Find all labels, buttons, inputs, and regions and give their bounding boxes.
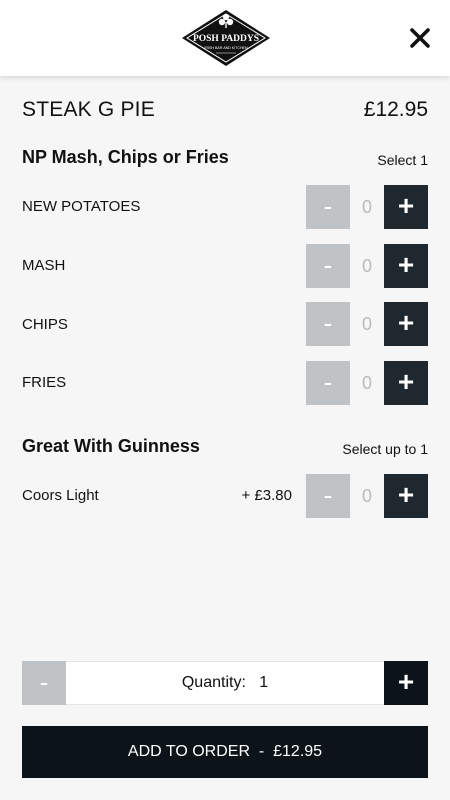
add-to-order-separator: - [258, 743, 265, 760]
add-to-order-total: £12.95 [273, 743, 323, 760]
increment-button-mash[interactable]: + [384, 244, 428, 288]
option-count-fries: 0 [361, 373, 372, 393]
decrement-button-new-potatoes[interactable]: - [306, 185, 350, 229]
add-to-order-label: ADD TO ORDER [127, 743, 251, 760]
option-label-new-potatoes: NEW POTATOES [22, 198, 141, 215]
option-surcharge-coors-light: + £3.80 [241, 487, 292, 504]
option-label-coors-light: Coors Light [22, 487, 99, 504]
logo-subtext: IRISH BAR AND KITCHEN [204, 46, 248, 50]
option-count-coors-light: 0 [361, 486, 372, 506]
quantity-display: Quantity: 1 [66, 661, 384, 705]
decrement-button-coors-light[interactable]: - [306, 474, 350, 518]
decrement-button-mash[interactable]: - [306, 244, 350, 288]
increment-button-fries[interactable]: + [384, 361, 428, 405]
item-name: STEAK G PIE [22, 98, 155, 121]
posh-paddys-logo: POSH PADDYS IRISH BAR AND KITCHEN [182, 10, 270, 66]
group-title-guinness: Great With Guinness [22, 436, 200, 456]
option-count-new-potatoes: 0 [361, 197, 372, 217]
option-count-chips: 0 [361, 314, 372, 334]
quantity-label: Quantity: [181, 674, 246, 691]
option-label-mash: MASH [22, 257, 66, 274]
decrement-button-chips[interactable]: - [306, 302, 350, 346]
item-price: £12.95 [363, 98, 428, 121]
header-bar: POSH PADDYS IRISH BAR AND KITCHEN [0, 0, 450, 76]
decrement-button-fries[interactable]: - [306, 361, 350, 405]
logo-text: POSH PADDYS [193, 34, 259, 44]
increment-button-new-potatoes[interactable]: + [384, 185, 428, 229]
group-rule-guinness: Select up to 1 [342, 441, 428, 457]
quantity-value: 1 [259, 674, 269, 691]
option-label-chips: CHIPS [22, 316, 68, 333]
group-rule-sides: Select 1 [377, 152, 428, 168]
quantity-increment-button[interactable]: + [384, 661, 428, 705]
increment-button-chips[interactable]: + [384, 302, 428, 346]
option-count-mash: 0 [361, 256, 372, 276]
quantity-decrement-button[interactable]: - [22, 661, 66, 705]
group-title-sides: NP Mash, Chips or Fries [22, 147, 229, 167]
add-to-order-button[interactable]: ADD TO ORDER - £12.95 [22, 726, 428, 778]
option-label-fries: FRIES [22, 374, 67, 391]
close-icon[interactable] [406, 24, 434, 52]
increment-button-coors-light[interactable]: + [384, 474, 428, 518]
